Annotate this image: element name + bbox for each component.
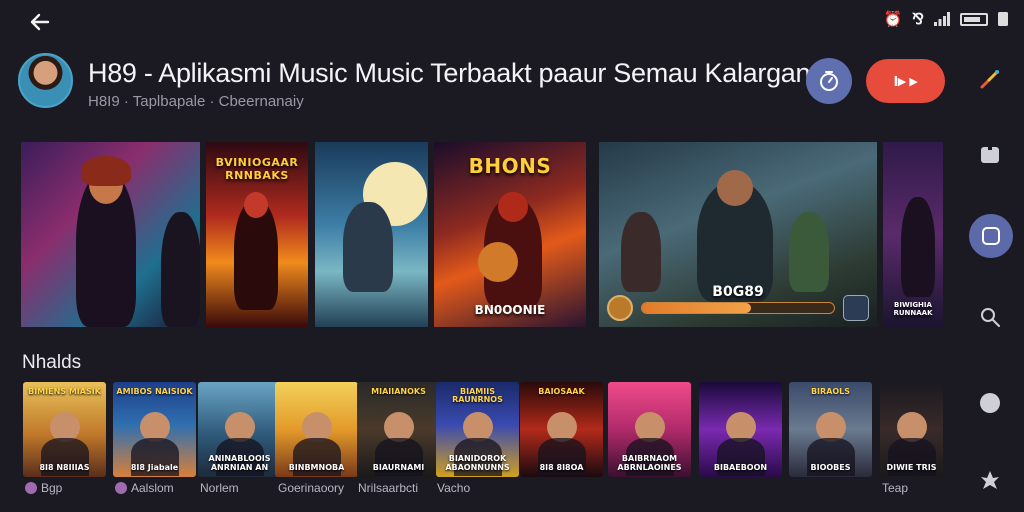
- brush-icon: [980, 70, 999, 89]
- tile-subtitle: ANINABLOOIS ANRNIAN AN: [208, 454, 271, 472]
- library-icon: [982, 227, 1000, 245]
- album-tile[interactable]: BINBMNOBA: [275, 382, 358, 477]
- album-tile[interactable]: BAIOSAAK 8I8 8I8OA: [520, 382, 603, 477]
- album-tile[interactable]: BAIBRNAOM ABRNLAOINES: [608, 382, 691, 477]
- tile-title: BIRAOLS: [810, 387, 851, 396]
- tile-label[interactable]: Goerinaoory: [278, 481, 344, 495]
- artist-avatar: [25, 482, 37, 494]
- rail-item-square[interactable]: [975, 140, 1005, 170]
- tile-subtitle: BINBMNOBA: [288, 462, 345, 472]
- tile-title: BIAMIIS RAUNRNOS: [452, 387, 503, 405]
- timer-button[interactable]: [806, 58, 852, 104]
- album-tile[interactable]: BIAMIIS RAUNRNOS BIANIDOROK ABAONNUNNS: [436, 382, 519, 477]
- status-bar: ⏰ ⅋: [884, 10, 1008, 28]
- album-tile[interactable]: DIWIE TRIS: [880, 382, 943, 477]
- back-button[interactable]: [26, 8, 54, 36]
- tile-label[interactable]: Bgp: [25, 481, 62, 495]
- tile-label[interactable]: Aalslom: [115, 481, 174, 495]
- page-title: H89 - Aplikasmi Music Music Terbaakt paa…: [88, 58, 811, 88]
- tile-label-text: Vacho: [437, 481, 471, 495]
- rail-item-circle[interactable]: [975, 388, 1005, 418]
- featured-caption: BHONS: [468, 154, 552, 178]
- album-tile[interactable]: BIBAEBOON: [699, 382, 782, 477]
- tile-subtitle: DIWIE TRIS: [886, 462, 937, 472]
- tile-label-text: Goerinaoory: [278, 481, 345, 495]
- album-tile[interactable]: AMIBOS NAISIOK 8I8 Jiabale: [113, 382, 196, 477]
- tile-title: BAIOSAAK: [538, 387, 585, 396]
- tile-label[interactable]: Vacho: [437, 481, 470, 495]
- tile-label[interactable]: Teap: [882, 481, 908, 495]
- tile-title: MIAIIANOKS: [371, 387, 426, 396]
- tile-subtitle: BIAURNAMI: [372, 462, 425, 472]
- page-subtitle: H8I9 · Taplbapale · Cbeernanaiy: [88, 93, 304, 110]
- tile-subtitle: 8I8 Jiabale: [130, 462, 179, 472]
- arrow-left-icon: [30, 13, 50, 31]
- featured-caption: BIWIGHIA RUNNAAK: [893, 301, 933, 317]
- tile-subtitle: BIBAEBOON: [713, 462, 768, 472]
- battery-icon: [960, 12, 988, 26]
- square-icon: [981, 147, 999, 163]
- tile-label-text: Aalslom: [131, 481, 174, 495]
- featured-card[interactable]: [315, 142, 428, 327]
- featured-card[interactable]: BVINIOGAAR RNNBAKS: [206, 142, 308, 327]
- channel-avatar[interactable]: [18, 53, 73, 108]
- tile-subtitle: BIANIDOROK ABAONNUNNS: [445, 454, 510, 472]
- progress-bar[interactable]: [641, 302, 835, 314]
- tile-label-text: Teap: [882, 481, 909, 495]
- rail-item-leaf[interactable]: [975, 465, 1005, 495]
- rail-item-library[interactable]: [969, 214, 1013, 258]
- vibrate-icon: ⅋: [912, 11, 924, 28]
- album-tile[interactable]: MIAIIANOKS BIAURNAMI: [357, 382, 440, 477]
- play-button-label: I▸ ▸: [893, 73, 918, 90]
- rail-item-search[interactable]: [975, 302, 1005, 332]
- tile-label[interactable]: Norlem: [200, 481, 239, 495]
- settings-badge[interactable]: [843, 295, 869, 321]
- artist-avatar: [115, 482, 127, 494]
- tile-subtitle: 8I8 N8IIIAS: [39, 462, 90, 472]
- tile-subtitle: BIOOBES: [810, 462, 851, 472]
- alarm-icon: ⏰: [883, 11, 903, 28]
- tile-label-text: Norlem: [200, 481, 239, 495]
- featured-card[interactable]: BIWIGHIA RUNNAAK: [883, 142, 943, 327]
- tile-title: BIMIENS MIASIK: [28, 387, 101, 396]
- timer-icon: [820, 71, 838, 91]
- album-tile[interactable]: BIRAOLS BIOOBES: [789, 382, 872, 477]
- featured-caption: B0G89: [712, 284, 764, 300]
- leaf-icon: [981, 471, 999, 489]
- tile-label-text: Bgp: [41, 481, 63, 495]
- play-button[interactable]: I▸ ▸: [866, 59, 945, 103]
- album-tile[interactable]: BIMIENS MIASIK 8I8 N8IIIAS: [23, 382, 106, 477]
- featured-card[interactable]: BHONS BN0OONIE: [434, 142, 586, 327]
- sim-icon: [998, 12, 1008, 26]
- tile-title: AMIBOS NAISIOK: [116, 387, 193, 396]
- search-icon: [981, 308, 1000, 327]
- tile-subtitle: BAIBRNAOM ABRNLAOINES: [617, 454, 682, 472]
- customize-button[interactable]: [975, 64, 1005, 94]
- featured-caption-bottom: BN0OONIE: [474, 303, 546, 317]
- progress-fill: [642, 303, 752, 313]
- tile-subtitle: 8I8 8I8OA: [539, 462, 584, 472]
- tile-label-text: Nrilsaarbcti: [358, 481, 419, 495]
- section-title: Nhalds: [22, 352, 82, 373]
- album-tile[interactable]: ANINABLOOIS ANRNIAN AN: [198, 382, 281, 477]
- coin-badge: [607, 295, 633, 321]
- signal-icon: [934, 12, 950, 26]
- featured-card[interactable]: [21, 142, 200, 327]
- circle-icon: [980, 393, 1000, 413]
- featured-caption: BVINIOGAAR RNNBAKS: [215, 156, 299, 182]
- tile-label[interactable]: Nrilsaarbcti: [358, 481, 418, 495]
- featured-card-main[interactable]: B0G89: [599, 142, 877, 327]
